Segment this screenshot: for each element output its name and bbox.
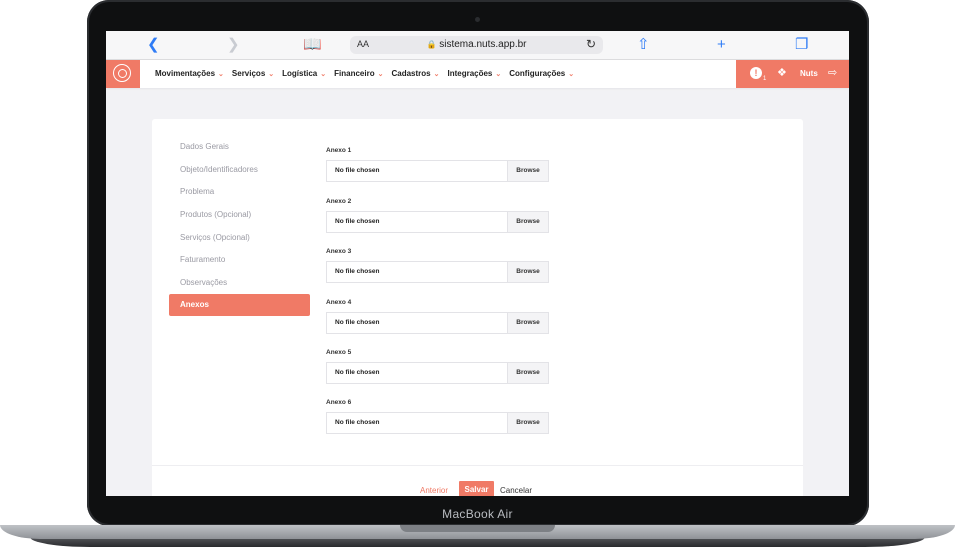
sidebar-item-problema[interactable]: Problema <box>180 187 214 196</box>
app-logo[interactable] <box>106 60 140 88</box>
chevron-down-icon: ⌄ <box>320 71 327 78</box>
file-status: No file chosen <box>335 369 380 376</box>
file-status: No file chosen <box>335 167 380 174</box>
sidebar-item-objeto[interactable]: Objeto/Identificadores <box>180 165 258 174</box>
chevron-down-icon: ⌄ <box>433 71 440 78</box>
url-text: 🔒 sistema.nuts.app.br <box>350 39 603 50</box>
browser-toolbar: ❮ ❯ 📖 AA 🔒 sistema.nuts.app.br ↻ ⇧ + ❐ <box>106 31 849 60</box>
file-status: No file chosen <box>335 218 380 225</box>
forward-icon[interactable]: ❯ <box>227 37 240 53</box>
browse-button[interactable]: Browse <box>507 313 548 333</box>
sidebar-item-servicos[interactable]: Serviços (Opcional) <box>180 233 250 242</box>
menu-cadastros[interactable]: Cadastros ⌄ <box>391 69 439 78</box>
sidebar-item-produtos[interactable]: Produtos (Opcional) <box>180 210 251 219</box>
new-tab-icon[interactable]: + <box>717 37 726 53</box>
menu-movimentacoes[interactable]: Movimentações ⌄ <box>155 69 224 78</box>
browse-button[interactable]: Browse <box>507 413 548 433</box>
field-label: Anexo 6 <box>326 399 352 406</box>
chevron-down-icon: ⌄ <box>495 71 502 78</box>
browse-button[interactable]: Browse <box>507 363 548 383</box>
main-menu: Movimentações ⌄ Serviços ⌄ Logística ⌄ Fina… <box>155 69 582 78</box>
menu-financeiro[interactable]: Financeiro ⌄ <box>334 69 383 78</box>
file-input-anexo-1[interactable]: No file chosen Browse <box>326 160 549 182</box>
menu-label: Serviços <box>231 69 266 78</box>
chevron-down-icon: ⌄ <box>218 71 224 78</box>
browse-button[interactable]: Browse <box>507 161 548 181</box>
field-label: Anexo 1 <box>326 147 352 154</box>
menu-label: Financeiro <box>334 69 375 78</box>
field-label: Anexo 3 <box>326 248 352 255</box>
url-label: sistema.nuts.app.br <box>439 39 527 50</box>
form-card: Dados Gerais Objeto/Identificadores Prob… <box>152 119 803 496</box>
chevron-down-icon: ⌄ <box>268 71 275 78</box>
field-label: Anexo 5 <box>326 349 352 356</box>
salvar-button[interactable]: Salvar <box>459 481 494 496</box>
alert-icon[interactable]: ! <box>750 67 762 79</box>
menu-configuracoes[interactable]: Configurações ⌄ <box>509 69 574 78</box>
screen: ❮ ❯ 📖 AA 🔒 sistema.nuts.app.br ↻ ⇧ + ❐ M… <box>106 31 849 496</box>
brain-logo-icon <box>113 64 131 82</box>
chevron-down-icon: ⌄ <box>568 71 575 78</box>
lock-icon: 🔒 <box>426 40 437 49</box>
base-notch <box>400 525 555 532</box>
browse-button[interactable]: Browse <box>507 212 548 232</box>
sidebar-item-faturamento[interactable]: Faturamento <box>180 255 225 264</box>
laptop-base <box>0 525 955 549</box>
anterior-button[interactable]: Anterior <box>420 486 448 495</box>
file-input-anexo-2[interactable]: No file chosen Browse <box>326 211 549 233</box>
menu-label: Configurações <box>509 69 566 78</box>
user-area: ! 1 ❖ Nuts ⇨ <box>736 60 849 88</box>
logout-icon[interactable]: ⇨ <box>828 66 837 79</box>
file-input-anexo-6[interactable]: No file chosen Browse <box>326 412 549 434</box>
sidebar-item-observacoes[interactable]: Observações <box>180 278 227 287</box>
menu-label: Movimentações <box>155 69 216 78</box>
reload-icon[interactable]: ↻ <box>586 37 596 51</box>
address-bar[interactable]: AA 🔒 sistema.nuts.app.br ↻ <box>350 36 603 54</box>
file-status: No file chosen <box>335 319 380 326</box>
field-label: Anexo 4 <box>326 299 352 306</box>
tabs-icon[interactable]: ❐ <box>795 37 808 53</box>
bookmarks-icon[interactable]: 📖 <box>303 37 322 53</box>
switch-icon[interactable]: ❖ <box>777 67 787 79</box>
app-navbar: Movimentações ⌄ Serviços ⌄ Logística ⌄ Fina… <box>106 60 849 88</box>
menu-integracoes[interactable]: Integrações ⌄ <box>447 69 501 78</box>
menu-logistica[interactable]: Logística ⌄ <box>282 69 326 78</box>
camera-icon <box>475 17 480 22</box>
menu-servicos[interactable]: Serviços ⌄ <box>232 69 274 78</box>
menu-label: Cadastros <box>391 69 431 78</box>
menu-label: Logística <box>282 69 318 78</box>
file-input-anexo-5[interactable]: No file chosen Browse <box>326 362 549 384</box>
browse-button[interactable]: Browse <box>507 262 548 282</box>
menu-label: Integrações <box>447 69 493 78</box>
user-name[interactable]: Nuts <box>800 69 818 78</box>
sidebar-item-dados-gerais[interactable]: Dados Gerais <box>180 142 229 151</box>
file-input-anexo-3[interactable]: No file chosen Browse <box>326 261 549 283</box>
footer-divider <box>152 465 803 466</box>
cancelar-button[interactable]: Cancelar <box>500 486 532 495</box>
sidebar-item-anexos[interactable]: Anexos <box>169 294 310 316</box>
back-icon[interactable]: ❮ <box>147 37 160 53</box>
alert-count: 1 <box>763 76 767 82</box>
field-label: Anexo 2 <box>326 198 352 205</box>
file-status: No file chosen <box>335 268 380 275</box>
chevron-down-icon: ⌄ <box>377 71 384 78</box>
file-status: No file chosen <box>335 419 380 426</box>
device-label: MacBook Air <box>442 507 513 521</box>
share-icon[interactable]: ⇧ <box>637 37 650 53</box>
file-input-anexo-4[interactable]: No file chosen Browse <box>326 312 549 334</box>
